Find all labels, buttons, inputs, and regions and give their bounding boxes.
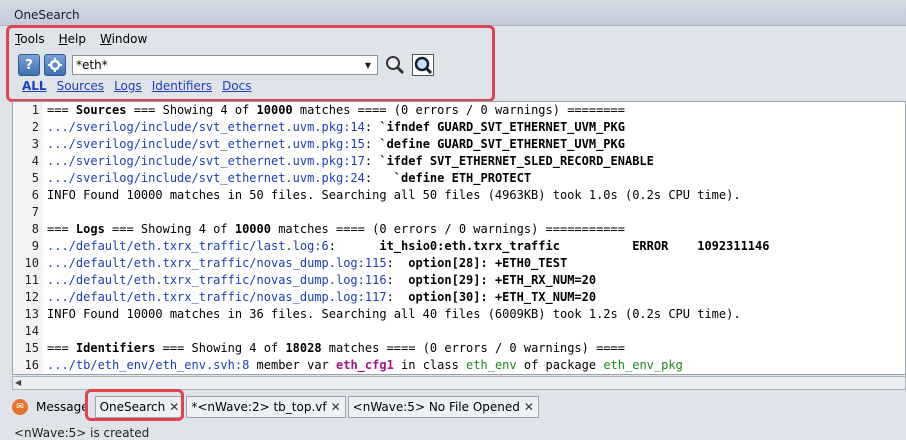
result-text: Logs xyxy=(75,222,105,236)
line-number: 14 xyxy=(24,324,39,338)
result-line: 16 .../tb/eth_env/eth_env.svh:8 member va… xyxy=(13,357,769,374)
result-text: it_hsio0:eth.txrx_traffic ERROR 10923111… xyxy=(379,239,770,253)
results-editor[interactable]: 1 === Sources === Showing 4 of 10000 matc… xyxy=(12,101,906,375)
result-text: INFO Found 10000 matches in 36 files. Se… xyxy=(47,307,741,321)
result-text: 10000 xyxy=(234,222,271,236)
status-text: <nWave:5> is created xyxy=(14,426,150,440)
result-text: === xyxy=(47,103,76,117)
tab-nwave5-label: <nWave:5> No File Opened xyxy=(352,400,520,414)
line-number: 7 xyxy=(31,205,39,219)
result-text: in class xyxy=(393,358,467,372)
horizontal-scrollbar[interactable]: ◀ xyxy=(12,376,906,390)
result-text: === Showing 4 of xyxy=(126,103,257,117)
result-text: 10000 xyxy=(256,103,293,117)
result-text: Sources xyxy=(75,103,127,117)
line-number: 12 xyxy=(24,290,39,304)
result-text: `define GUARD_SVT_ETHERNET_UVM_PKG xyxy=(379,137,625,151)
line-number: 16 xyxy=(24,358,39,372)
result-line: 7 xyxy=(13,204,769,221)
result-text: matches ==== (0 errors / 0 warnings) ===… xyxy=(270,222,625,236)
result-line: 15 === Identifiers === Showing 4 of 18028… xyxy=(13,340,769,357)
result-text: matches ==== (0 errors / 0 warnings) ===… xyxy=(321,341,625,355)
tab-message[interactable]: ✉ Message xyxy=(8,396,93,418)
result-text: option[28]: +ETH0_TEST xyxy=(408,256,568,270)
result-link[interactable]: .../default/eth.txrx_traffic/last.log:6 xyxy=(47,239,329,253)
result-line: 8 === Logs === Showing 4 of 10000 matches… xyxy=(13,221,769,238)
result-line: 14 xyxy=(13,323,769,340)
line-number: 8 xyxy=(31,222,39,236)
result-line: 9 .../default/eth.txrx_traffic/last.log:6… xyxy=(13,238,770,255)
tab-message-label: Message xyxy=(36,400,89,414)
line-number: 1 xyxy=(31,103,39,117)
line-number: 9 xyxy=(31,239,39,253)
result-link[interactable]: .../default/eth.txrx_traffic/novas_dump.… xyxy=(47,290,387,304)
result-text: option[29]: +ETH_RX_NUM=20 xyxy=(408,273,597,287)
result-text: matches ==== (0 errors / 0 warnings) ===… xyxy=(292,103,625,117)
result-link[interactable]: .../default/eth.txrx_traffic/novas_dump.… xyxy=(47,273,387,287)
result-link[interactable]: .../default/eth.txrx_traffic/novas_dump.… xyxy=(47,256,387,270)
result-link[interactable]: .../tb/eth_env/eth_env.svh:8 xyxy=(47,358,249,372)
result-text: `ifdef SVT_ETHERNET_SLED_RECORD_ENABLE xyxy=(379,154,654,168)
result-text: eth_cfg1 xyxy=(336,358,394,372)
result-text: === Showing 4 of xyxy=(104,222,235,236)
result-line: 5 .../sverilog/include/svt_ethernet.uvm.p… xyxy=(13,170,769,187)
result-text: eth_env_pkg xyxy=(603,358,683,372)
result-text: : xyxy=(328,239,380,253)
result-text: : xyxy=(364,154,380,168)
result-text: : xyxy=(364,171,394,185)
result-text: `define ETH_PROTECT xyxy=(393,171,532,185)
result-text: : xyxy=(386,256,409,270)
tab-nwave2-label: *<nWave:2> tb_top.vf xyxy=(191,400,327,414)
result-line: 12 .../default/eth.txrx_traffic/novas_dum… xyxy=(13,289,769,306)
result-line: 2 .../sverilog/include/svt_ethernet.uvm.p… xyxy=(13,119,769,136)
message-icon: ✉ xyxy=(12,399,28,415)
result-text: : xyxy=(386,290,409,304)
result-link[interactable]: .../sverilog/include/svt_ethernet.uvm.pk… xyxy=(47,137,365,151)
result-link[interactable]: .../sverilog/include/svt_ethernet.uvm.pk… xyxy=(47,120,365,134)
result-text: `ifndef GUARD_SVT_ETHERNET_UVM_PKG xyxy=(379,120,625,134)
result-text: option[30]: +ETH_TX_NUM=20 xyxy=(408,290,597,304)
result-line: 1 === Sources === Showing 4 of 10000 matc… xyxy=(13,102,769,119)
results-lines: 1 === Sources === Showing 4 of 10000 matc… xyxy=(13,102,770,374)
result-text: : xyxy=(364,137,380,151)
result-line: 3 .../sverilog/include/svt_ethernet.uvm.p… xyxy=(13,136,769,153)
result-text: === Showing 4 of xyxy=(155,341,286,355)
result-link[interactable]: .../sverilog/include/svt_ethernet.uvm.pk… xyxy=(47,171,365,185)
line-number: 5 xyxy=(31,171,39,185)
result-text: 18028 xyxy=(285,341,322,355)
window-title: OneSearch xyxy=(0,0,906,26)
result-text: Identifiers xyxy=(75,341,156,355)
line-number: 6 xyxy=(31,188,39,202)
result-text: : xyxy=(386,273,409,287)
result-link[interactable]: .../sverilog/include/svt_ethernet.uvm.pk… xyxy=(47,154,365,168)
result-line: 6 INFO Found 10000 matches in 50 files. S… xyxy=(13,187,769,204)
result-text: eth_env xyxy=(466,358,517,372)
result-text: === xyxy=(47,222,76,236)
result-text: of package xyxy=(516,358,604,372)
close-icon[interactable]: ✕ xyxy=(524,400,534,414)
result-text: member var xyxy=(249,358,336,372)
line-number: 13 xyxy=(24,307,39,321)
tab-nwave5[interactable]: <nWave:5> No File Opened ✕ xyxy=(347,396,539,418)
highlight-box-tab xyxy=(85,389,184,421)
tab-nwave2[interactable]: *<nWave:2> tb_top.vf ✕ xyxy=(186,396,346,418)
result-line: 11 .../default/eth.txrx_traffic/novas_dum… xyxy=(13,272,769,289)
result-line: 4 .../sverilog/include/svt_ethernet.uvm.p… xyxy=(13,153,769,170)
result-text: === xyxy=(47,341,76,355)
line-number: 3 xyxy=(31,137,39,151)
close-icon[interactable]: ✕ xyxy=(331,400,341,414)
line-number: 10 xyxy=(24,256,39,270)
result-text: : xyxy=(364,120,380,134)
result-line: 13 INFO Found 10000 matches in 36 files. … xyxy=(13,306,769,323)
result-line: 10 .../default/eth.txrx_traffic/novas_dum… xyxy=(13,255,769,272)
scroll-left-icon[interactable]: ◀ xyxy=(15,378,21,387)
line-number: 2 xyxy=(31,120,39,134)
line-number: 15 xyxy=(24,341,39,355)
highlight-box-toolbar xyxy=(6,25,495,102)
result-text: INFO Found 10000 matches in 50 files. Se… xyxy=(47,188,741,202)
line-number: 11 xyxy=(24,273,39,287)
line-number: 4 xyxy=(31,154,39,168)
